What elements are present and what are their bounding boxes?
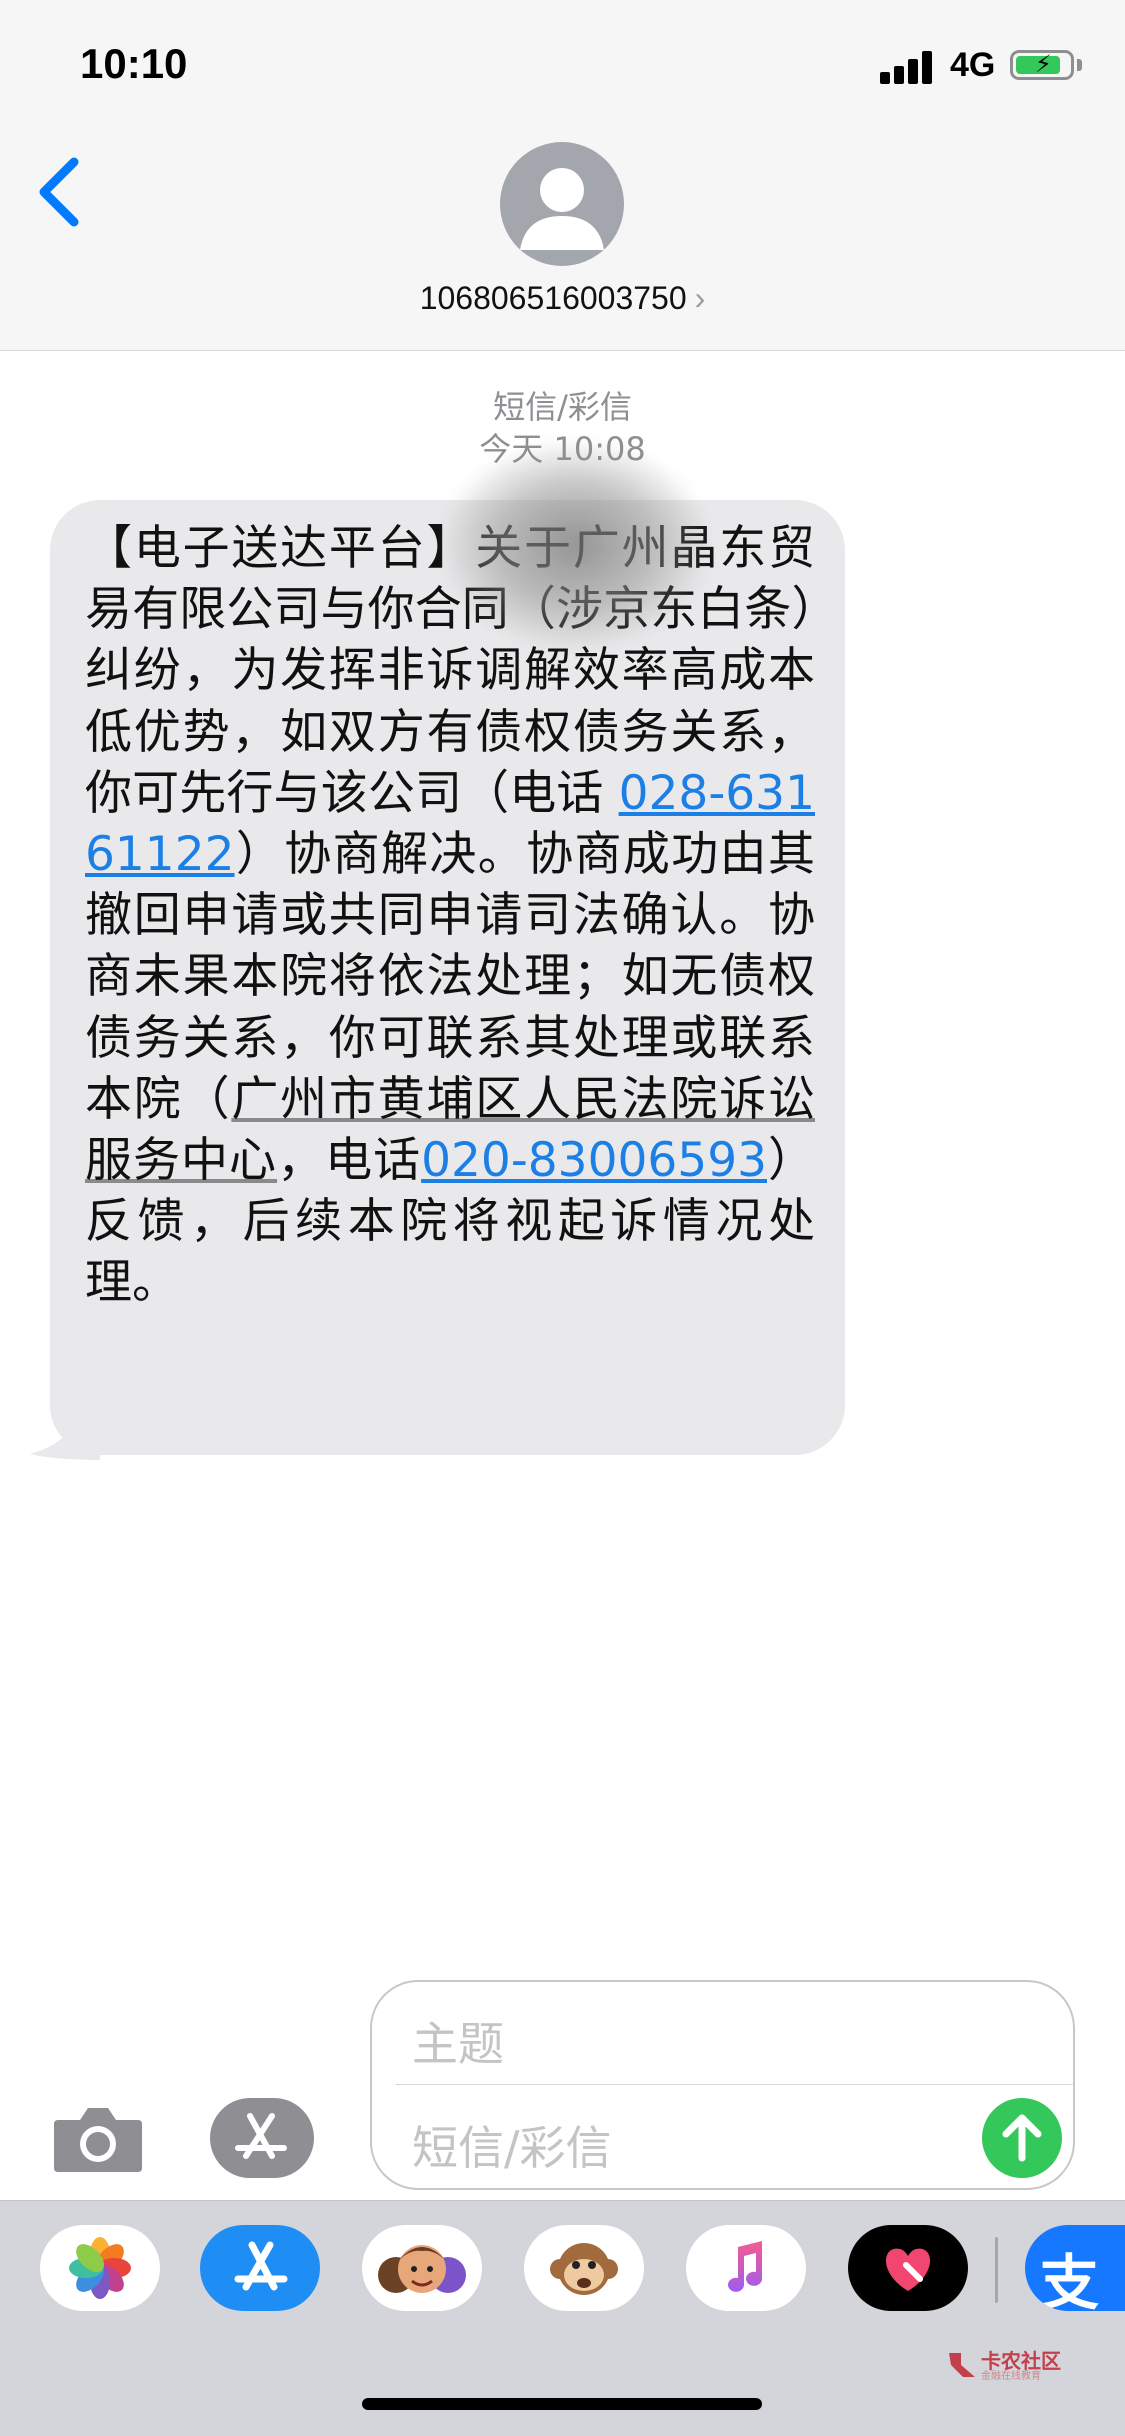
compose-field[interactable]: 主题 短信/彩信 — [370, 1980, 1075, 2190]
network-type: 4G — [950, 46, 996, 84]
signal-strength-icon — [880, 48, 936, 84]
watermark-logo-icon — [949, 2353, 975, 2377]
camera-button[interactable] — [50, 2100, 146, 2176]
compose-divider — [396, 2084, 1073, 2085]
contact-avatar[interactable] — [500, 142, 624, 266]
digital-touch-app-icon[interactable] — [848, 2225, 968, 2311]
back-button[interactable] — [30, 150, 90, 230]
subject-input[interactable]: 主题 — [412, 2008, 504, 2074]
chevron-left-icon — [39, 157, 79, 227]
drawer-divider — [995, 2237, 998, 2303]
arrow-up-icon — [1002, 2114, 1042, 2162]
watermark: 卡农社区 金融在线教育 — [945, 2345, 1105, 2385]
charging-bolt-icon: ⚡ — [1035, 50, 1052, 78]
status-time: 10:10 — [80, 40, 188, 87]
app-store-button[interactable] — [210, 2098, 314, 2178]
send-button[interactable] — [982, 2098, 1062, 2178]
memoji-app-icon[interactable] — [362, 2225, 482, 2311]
status-indicators: 4G ⚡ — [880, 46, 1085, 88]
alipay-app-icon[interactable]: 支 — [1025, 2225, 1125, 2311]
contact-name-button[interactable]: 106806516003750 › — [0, 280, 1125, 317]
contact-number: 106806516003750 — [419, 280, 687, 316]
app-store-app-icon[interactable] — [200, 2225, 320, 2311]
redaction-smudge — [440, 440, 710, 650]
battery-icon: ⚡ — [1010, 50, 1074, 80]
phone-link-2[interactable]: 020-83006593 — [421, 1133, 767, 1188]
person-icon — [520, 168, 604, 250]
camera-icon — [54, 2108, 142, 2172]
messages-screen: 10:10 4G ⚡ 106806516003750 › 短信/彩信 【电子送达… — [0, 0, 1125, 2436]
home-indicator[interactable] — [362, 2398, 762, 2410]
service-label: 短信/彩信 — [493, 388, 632, 426]
animoji-app-icon[interactable] — [524, 2225, 644, 2311]
music-app-icon[interactable] — [686, 2225, 806, 2311]
app-store-icon — [235, 2113, 287, 2159]
photos-app-icon[interactable] — [40, 2225, 160, 2311]
conversation-header: 10:10 4G ⚡ 106806516003750 › — [0, 0, 1125, 351]
bubble-tail — [30, 1420, 100, 1460]
message-input[interactable]: 短信/彩信 — [412, 2112, 612, 2178]
chevron-right-icon: › — [694, 280, 706, 316]
message-text: 【电子送达平台】关于广州晶东贸易有限公司与你合同（涉京东白条）纠纷，为发挥非诉调… — [85, 521, 816, 1311]
